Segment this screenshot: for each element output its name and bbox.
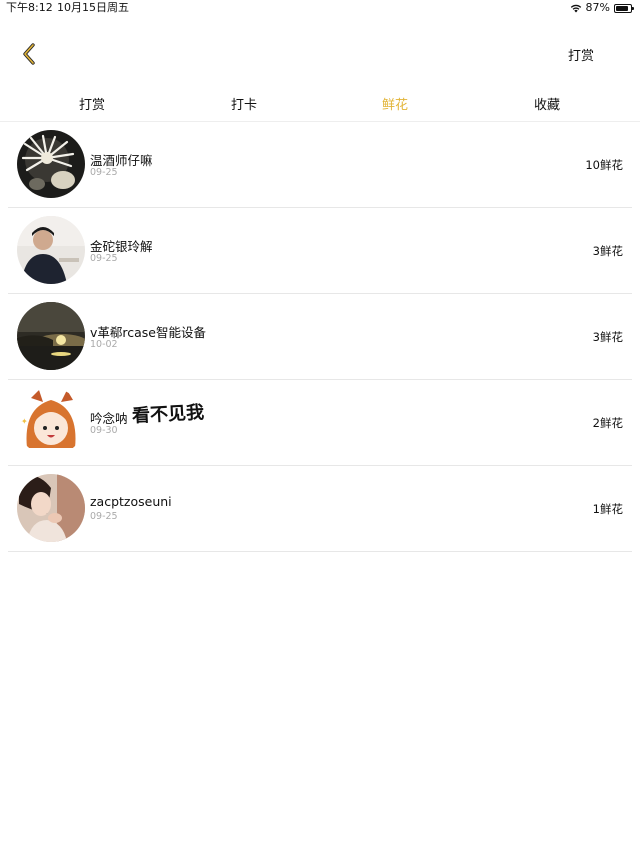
list-item[interactable]: zacptzoseuni 09-25 1鲜花	[0, 466, 640, 552]
user-name: zacptzoseuni	[90, 494, 172, 509]
flower-count: 1鲜花	[592, 502, 623, 516]
battery-fill	[616, 5, 628, 11]
tab-checkin[interactable]: 打卡	[204, 94, 284, 118]
wifi-icon	[570, 4, 581, 13]
row-divider	[8, 551, 632, 552]
flower-list: 温酒师仔嘛 09-25 10鲜花 金砣银玲解 09-25 3鲜花 v革郗rcas…	[0, 122, 640, 552]
avatar: ✦	[17, 388, 85, 456]
avatar	[17, 216, 85, 284]
svg-text:✦: ✦	[21, 417, 28, 426]
list-item[interactable]: v革郗rcase智能设备 10-02 3鲜花	[0, 294, 640, 380]
battery-icon	[614, 3, 634, 13]
status-right: 87%	[570, 0, 634, 16]
list-item[interactable]: 金砣银玲解 09-25 3鲜花	[0, 208, 640, 294]
avatar	[17, 130, 85, 198]
avatar	[17, 474, 85, 542]
avatar	[17, 302, 85, 370]
date-text: 09-25	[90, 253, 118, 264]
tab-reward[interactable]: 打赏	[52, 94, 132, 118]
reward-button[interactable]: 打赏	[568, 45, 594, 64]
date-text: 09-25	[90, 511, 118, 522]
list-item[interactable]: 温酒师仔嘛 09-25 10鲜花	[0, 122, 640, 208]
status-date: 10月15日周五	[57, 1, 129, 14]
tab-flowers[interactable]: 鲜花	[355, 94, 435, 118]
status-time: 下午8:12	[6, 1, 53, 14]
tab-bar: 打赏 打卡 鲜花 收藏	[0, 94, 640, 118]
flower-count: 3鲜花	[592, 330, 623, 344]
list-item[interactable]: ✦ 吟念呐 看不见我 09-30 2鲜花	[0, 380, 640, 466]
chevron-left-icon	[23, 43, 35, 65]
back-button[interactable]	[16, 40, 42, 68]
flower-count: 3鲜花	[592, 244, 623, 258]
tab-favorites[interactable]: 收藏	[507, 94, 587, 118]
flower-count: 2鲜花	[592, 416, 623, 430]
date-text: 10-02	[90, 339, 118, 350]
status-bar: 下午8:12 10月15日周五 87%	[0, 0, 640, 16]
battery-percent: 87%	[585, 1, 610, 14]
name-sticker: 看不见我	[131, 402, 205, 427]
date-text: 09-25	[90, 167, 118, 178]
date-text: 09-30	[90, 425, 118, 436]
flower-count: 10鲜花	[585, 158, 623, 172]
